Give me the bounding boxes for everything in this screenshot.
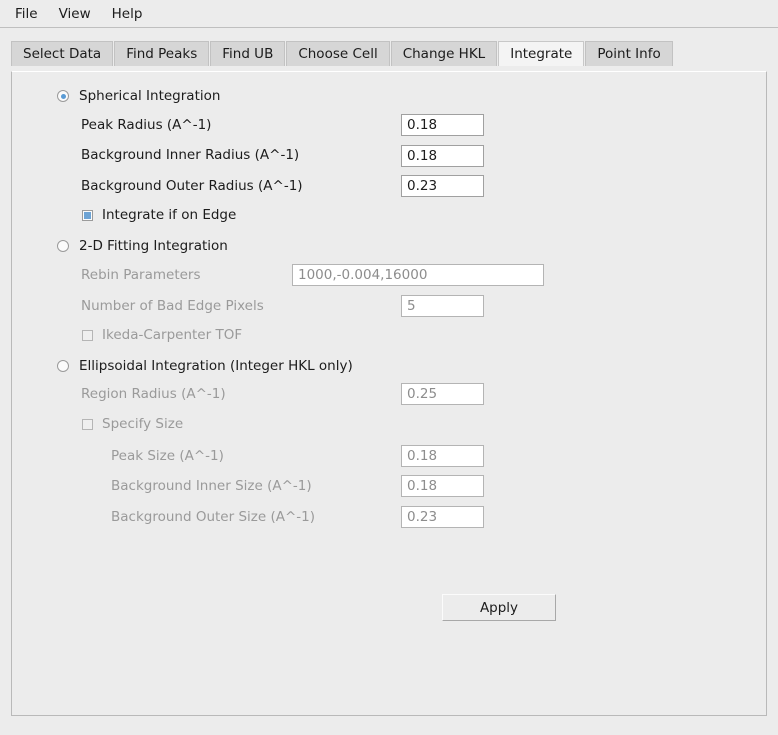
radio-spherical-integration[interactable]: Spherical Integration	[57, 88, 220, 104]
integrate-form: Spherical Integration Peak Radius (A^-1)…	[12, 72, 766, 715]
checkbox-icon	[82, 418, 93, 430]
tab-choose-cell[interactable]: Choose Cell	[286, 41, 390, 66]
menu-item-help[interactable]: Help	[111, 4, 144, 24]
label-region-radius: Region Radius (A^-1)	[81, 386, 226, 402]
input-background-inner-radius[interactable]	[401, 145, 484, 167]
input-region-radius[interactable]	[401, 383, 484, 405]
input-background-outer-size[interactable]	[401, 506, 484, 528]
input-peak-size[interactable]	[401, 445, 484, 467]
radio-label-ellipsoidal: Ellipsoidal Integration (Integer HKL onl…	[79, 358, 353, 374]
label-background-outer-size: Background Outer Size (A^-1)	[111, 509, 315, 525]
radio-dot-icon	[57, 240, 69, 252]
input-peak-radius[interactable]	[401, 114, 484, 136]
checkbox-ikeda-carpenter-tof[interactable]: Ikeda-Carpenter TOF	[82, 327, 242, 343]
label-number-of-bad-edge-pixels: Number of Bad Edge Pixels	[81, 298, 264, 314]
integrate-panel: Spherical Integration Peak Radius (A^-1)…	[11, 71, 767, 716]
radio-dot-icon	[57, 360, 69, 372]
input-background-outer-radius[interactable]	[401, 175, 484, 197]
checkbox-integrate-if-on-edge[interactable]: Integrate if on Edge	[82, 207, 236, 223]
radio-label-2d-fitting: 2-D Fitting Integration	[79, 238, 228, 254]
menu-item-view[interactable]: View	[58, 4, 92, 24]
label-background-inner-radius: Background Inner Radius (A^-1)	[81, 147, 300, 163]
input-background-inner-size[interactable]	[401, 475, 484, 497]
apply-button[interactable]: Apply	[442, 594, 556, 621]
label-peak-radius: Peak Radius (A^-1)	[81, 117, 212, 133]
radio-2d-fitting-integration[interactable]: 2-D Fitting Integration	[57, 238, 228, 254]
radio-dot-icon	[57, 90, 69, 102]
radio-label-spherical: Spherical Integration	[79, 88, 221, 104]
label-rebin-parameters: Rebin Parameters	[81, 267, 201, 283]
radio-ellipsoidal-integration[interactable]: Ellipsoidal Integration (Integer HKL onl…	[57, 358, 353, 374]
menu-bar: File View Help	[0, 0, 778, 28]
label-background-inner-size: Background Inner Size (A^-1)	[111, 478, 312, 494]
tab-find-peaks[interactable]: Find Peaks	[114, 41, 210, 66]
tab-point-info[interactable]: Point Info	[585, 41, 673, 66]
menu-item-file[interactable]: File	[14, 4, 39, 24]
tab-bar: Select Data Find Peaks Find UB Choose Ce…	[0, 40, 778, 66]
checkbox-specify-size[interactable]: Specify Size	[82, 416, 183, 432]
input-rebin-parameters[interactable]	[292, 264, 544, 286]
label-peak-size: Peak Size (A^-1)	[111, 448, 224, 464]
input-number-of-bad-edge-pixels[interactable]	[401, 295, 484, 317]
label-background-outer-radius: Background Outer Radius (A^-1)	[81, 178, 303, 194]
tab-find-ub[interactable]: Find UB	[210, 41, 286, 66]
checkbox-icon	[82, 329, 93, 341]
checkbox-icon	[82, 209, 93, 221]
tab-change-hkl[interactable]: Change HKL	[390, 41, 498, 66]
tab-select-data[interactable]: Select Data	[11, 41, 114, 66]
tab-integrate[interactable]: Integrate	[498, 41, 585, 66]
